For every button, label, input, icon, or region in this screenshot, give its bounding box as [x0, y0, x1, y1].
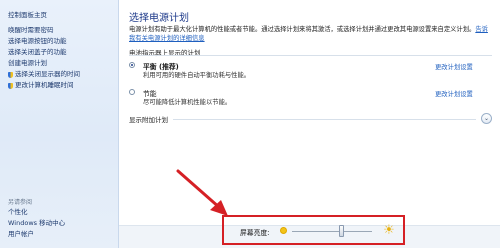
- sidebar-item-create-plan[interactable]: 创建电源计划: [8, 58, 80, 69]
- sidebar-item-sleep-time[interactable]: 更改计算机睡眠时间: [8, 80, 80, 91]
- sidebar-item-label: 更改计算机睡眠时间: [15, 81, 74, 89]
- dim-sun-icon: [281, 228, 286, 233]
- divider: [129, 55, 492, 56]
- page-description: 电源计划有助于最大化计算机的性能或者节能。通过选择计划来将其激活，或选择计划并通…: [129, 25, 489, 43]
- sidebar-item-lid-close[interactable]: 选择关闭盖子的功能: [8, 47, 80, 58]
- sidebar-item-require-password[interactable]: 唤醒时需要密码: [8, 25, 80, 36]
- shield-icon: [8, 82, 13, 89]
- sidebar-item-display-off[interactable]: 选择关闭显示器的时间: [8, 69, 80, 80]
- bright-sun-icon: ☀: [383, 223, 395, 238]
- sidebar: 控制面板主页 唤醒时需要密码 选择电源按钮的功能 选择关闭盖子的功能 创建电源计…: [0, 0, 119, 248]
- brightness-highlight-box: 屏幕亮度: ☀: [222, 215, 405, 245]
- divider: [173, 119, 476, 120]
- sidebar-home-link[interactable]: 控制面板主页: [8, 9, 47, 19]
- see-also-links: 个性化 Windows 移动中心 用户帐户: [8, 207, 65, 240]
- change-plan-settings-link[interactable]: 更改计划设置: [435, 62, 473, 71]
- sidebar-item-label: 选择电源按钮的功能: [8, 37, 67, 45]
- brightness-label: 屏幕亮度:: [240, 229, 270, 237]
- sidebar-item-user-accounts[interactable]: 用户帐户: [8, 229, 65, 240]
- sidebar-item-power-button[interactable]: 选择电源按钮的功能: [8, 36, 80, 47]
- see-also-heading: 另请参阅: [8, 199, 33, 206]
- plan-balanced-radio[interactable]: [129, 62, 135, 68]
- sidebar-item-label: 创建电源计划: [8, 59, 47, 67]
- description-text: 电源计划有助于最大化计算机的性能或者节能。通过选择计划来将其激活，或选择计划并通…: [129, 26, 476, 33]
- sidebar-item-label: 选择关闭盖子的功能: [8, 48, 67, 56]
- plan-description: 尽可能降低计算机性能以节能。: [143, 99, 232, 106]
- sidebar-item-mobility-center[interactable]: Windows 移动中心: [8, 218, 65, 229]
- sidebar-item-personalization[interactable]: 个性化: [8, 207, 65, 218]
- expand-chevron-icon[interactable]: ⌄: [481, 113, 492, 124]
- shield-icon: [8, 71, 13, 78]
- sidebar-item-label: 唤醒时需要密码: [8, 26, 54, 34]
- plan-description: 利用可用的硬件自动平衡功耗与性能。: [143, 72, 251, 79]
- brightness-slider-track[interactable]: [292, 231, 372, 232]
- change-plan-settings-link[interactable]: 更改计划设置: [435, 89, 473, 98]
- sidebar-item-label: 选择关闭显示器的时间: [15, 70, 80, 78]
- power-options-window: 控制面板主页 唤醒时需要密码 选择电源按钮的功能 选择关闭盖子的功能 创建电源计…: [0, 0, 500, 248]
- main-panel: 选择电源计划 电源计划有助于最大化计算机的性能或者节能。通过选择计划来将其激活，…: [119, 0, 500, 248]
- sidebar-links: 唤醒时需要密码 选择电源按钮的功能 选择关闭盖子的功能 创建电源计划 选择关闭显…: [8, 25, 80, 91]
- brightness-slider-thumb[interactable]: [339, 225, 345, 237]
- plan-power-saver-radio[interactable]: [129, 89, 135, 95]
- page-title: 选择电源计划: [129, 13, 189, 24]
- show-additional-plans-row[interactable]: 显示附加计划 ⌄: [129, 113, 492, 124]
- show-additional-plans-label: 显示附加计划: [129, 116, 168, 124]
